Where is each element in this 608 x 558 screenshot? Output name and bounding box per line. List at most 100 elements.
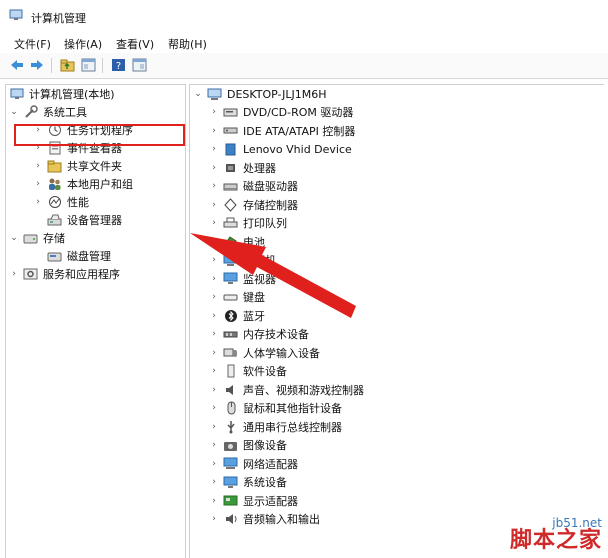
tree-root-label: 计算机管理(本地): [29, 88, 115, 101]
chevron-right-icon[interactable]: ›: [209, 124, 219, 138]
device-category-row[interactable]: › 磁盘驱动器: [209, 177, 298, 195]
chevron-right-icon[interactable]: ›: [209, 457, 219, 471]
device-category-row[interactable]: › IDE ATA/ATAPI 控制器: [209, 122, 355, 140]
chevron-right-icon[interactable]: ›: [209, 438, 219, 452]
chevron-right-icon[interactable]: ›: [9, 267, 19, 281]
services-icon: [23, 267, 38, 281]
device-category-row[interactable]: › 人体学输入设备: [209, 344, 320, 362]
chevron-down-icon[interactable]: ⌄: [193, 87, 203, 101]
keyboard-icon: [223, 290, 238, 304]
device-category-row[interactable]: › 显示适配器: [209, 492, 298, 510]
device-category-row[interactable]: › 计算机: [209, 251, 276, 269]
chevron-right-icon[interactable]: ›: [209, 364, 219, 378]
hid-icon: [223, 346, 238, 360]
tree-item-label: 性能: [67, 196, 89, 209]
menu-action[interactable]: 操作(A): [64, 36, 102, 52]
device-category-row[interactable]: › 声音、视频和游戏控制器: [209, 381, 364, 399]
device-category-row[interactable]: › 音频输入和输出: [209, 510, 320, 528]
chevron-right-icon[interactable]: ›: [209, 401, 219, 415]
device-category-label: 软件设备: [243, 365, 287, 378]
device-category-label: 音频输入和输出: [243, 513, 320, 526]
device-category-row[interactable]: › 通用串行总线控制器: [209, 418, 342, 436]
menu-view[interactable]: 查看(V): [116, 36, 154, 52]
device-tree-root-label: DESKTOP-JLJ1M6H: [227, 87, 327, 101]
device-category-row[interactable]: › 存储控制器: [209, 196, 298, 214]
tree-item-device-manager[interactable]: 设备管理器: [47, 211, 122, 229]
tree-item-performance[interactable]: › 性能: [33, 193, 89, 211]
chevron-right-icon[interactable]: ›: [209, 272, 219, 286]
back-arrow-icon[interactable]: [9, 57, 25, 73]
chevron-right-icon[interactable]: ›: [33, 177, 43, 191]
tree-item-storage[interactable]: ⌄ 存储: [9, 229, 65, 247]
tree-item-system-tools[interactable]: ⌄ 系统工具: [9, 103, 87, 121]
chevron-right-icon[interactable]: ›: [209, 198, 219, 212]
bluetooth-icon: [223, 309, 238, 323]
tree-item-label: 本地用户和组: [67, 178, 133, 191]
device-category-row[interactable]: › 键盘: [209, 288, 265, 306]
chevron-right-icon[interactable]: ›: [209, 253, 219, 267]
tree-item-label: 共享文件夹: [67, 160, 122, 173]
chevron-right-icon[interactable]: ›: [33, 195, 43, 209]
chevron-right-icon[interactable]: ›: [209, 327, 219, 341]
shared-folder-icon: [47, 159, 62, 173]
device-category-row[interactable]: › 软件设备: [209, 362, 287, 380]
device-category-label: 打印队列: [243, 217, 287, 230]
device-category-row[interactable]: › 蓝牙: [209, 307, 265, 325]
properties-icon[interactable]: [131, 57, 147, 73]
forward-arrow-icon[interactable]: [29, 57, 45, 73]
device-category-row[interactable]: › 电池: [209, 233, 265, 251]
device-category-row[interactable]: › 网络适配器: [209, 455, 298, 473]
tree-item-disk-management[interactable]: 磁盘管理: [47, 247, 111, 265]
chevron-right-icon[interactable]: ›: [209, 512, 219, 526]
chevron-right-icon[interactable]: ›: [33, 159, 43, 173]
chevron-right-icon[interactable]: ›: [209, 309, 219, 323]
chevron-right-icon[interactable]: ›: [209, 290, 219, 304]
chevron-right-icon[interactable]: ›: [209, 475, 219, 489]
chevron-right-icon[interactable]: ›: [209, 105, 219, 119]
chevron-right-icon[interactable]: ›: [209, 383, 219, 397]
device-tree-root[interactable]: ⌄ DESKTOP-JLJ1M6H: [193, 85, 327, 103]
console-tree-pane[interactable]: 计算机管理(本地) ⌄ 系统工具 › 任务计划程序 › 事件查看器 › 共享文件…: [5, 84, 186, 558]
chevron-right-icon[interactable]: ›: [209, 346, 219, 360]
tree-root[interactable]: 计算机管理(本地): [9, 85, 115, 103]
device-category-label: DVD/CD-ROM 驱动器: [243, 106, 354, 119]
title-bar: 计算机管理: [0, 0, 608, 32]
chevron-right-icon[interactable]: ›: [209, 235, 219, 249]
menu-file[interactable]: 文件(F): [14, 36, 51, 52]
device-category-row[interactable]: › 打印队列: [209, 214, 287, 232]
device-category-row[interactable]: › 鼠标和其他指针设备: [209, 399, 342, 417]
chevron-right-icon[interactable]: ›: [209, 420, 219, 434]
help-icon[interactable]: ?: [110, 57, 126, 73]
tree-item-shared-folders[interactable]: › 共享文件夹: [33, 157, 122, 175]
tree-item-label: 磁盘管理: [67, 250, 111, 263]
device-category-row[interactable]: › Lenovo Vhid Device: [209, 140, 352, 158]
device-category-row[interactable]: › DVD/CD-ROM 驱动器: [209, 103, 353, 121]
performance-icon: [47, 195, 62, 209]
menu-bar: 文件(F) 操作(A) 查看(V) 帮助(H): [0, 32, 608, 53]
chevron-right-icon[interactable]: ›: [209, 179, 219, 193]
tree-item-services-apps[interactable]: › 服务和应用程序: [9, 265, 120, 283]
tree-item-local-users[interactable]: › 本地用户和组: [33, 175, 133, 193]
chevron-right-icon[interactable]: ›: [209, 494, 219, 508]
device-category-label: 计算机: [243, 254, 276, 267]
device-category-row[interactable]: › 处理器: [209, 159, 276, 177]
device-category-row[interactable]: › 图像设备: [209, 436, 287, 454]
chevron-right-icon[interactable]: ›: [209, 216, 219, 230]
chevron-right-icon[interactable]: ›: [209, 142, 219, 156]
chevron-down-icon[interactable]: ⌄: [9, 231, 19, 245]
device-category-row[interactable]: › 内存技术设备: [209, 325, 309, 343]
printer-icon: [223, 216, 238, 230]
chevron-down-icon[interactable]: ⌄: [9, 105, 19, 119]
up-folder-icon[interactable]: [59, 57, 75, 73]
toolbar-separator: [102, 58, 103, 73]
device-category-label: 监视器: [243, 272, 276, 286]
software-device-icon: [223, 364, 238, 378]
console-tree-icon[interactable]: [80, 57, 96, 73]
device-category-row[interactable]: › 系统设备: [209, 473, 287, 491]
device-category-row[interactable]: › 监视器: [209, 270, 276, 288]
menu-help[interactable]: 帮助(H): [168, 36, 207, 52]
device-tree-pane[interactable]: ⌄ DESKTOP-JLJ1M6H › DVD/CD-ROM 驱动器 › IDE AT…: [189, 84, 604, 558]
chevron-right-icon[interactable]: ›: [209, 161, 219, 175]
device-category-label: 存储控制器: [243, 198, 298, 212]
toolbar: ?: [0, 53, 608, 79]
